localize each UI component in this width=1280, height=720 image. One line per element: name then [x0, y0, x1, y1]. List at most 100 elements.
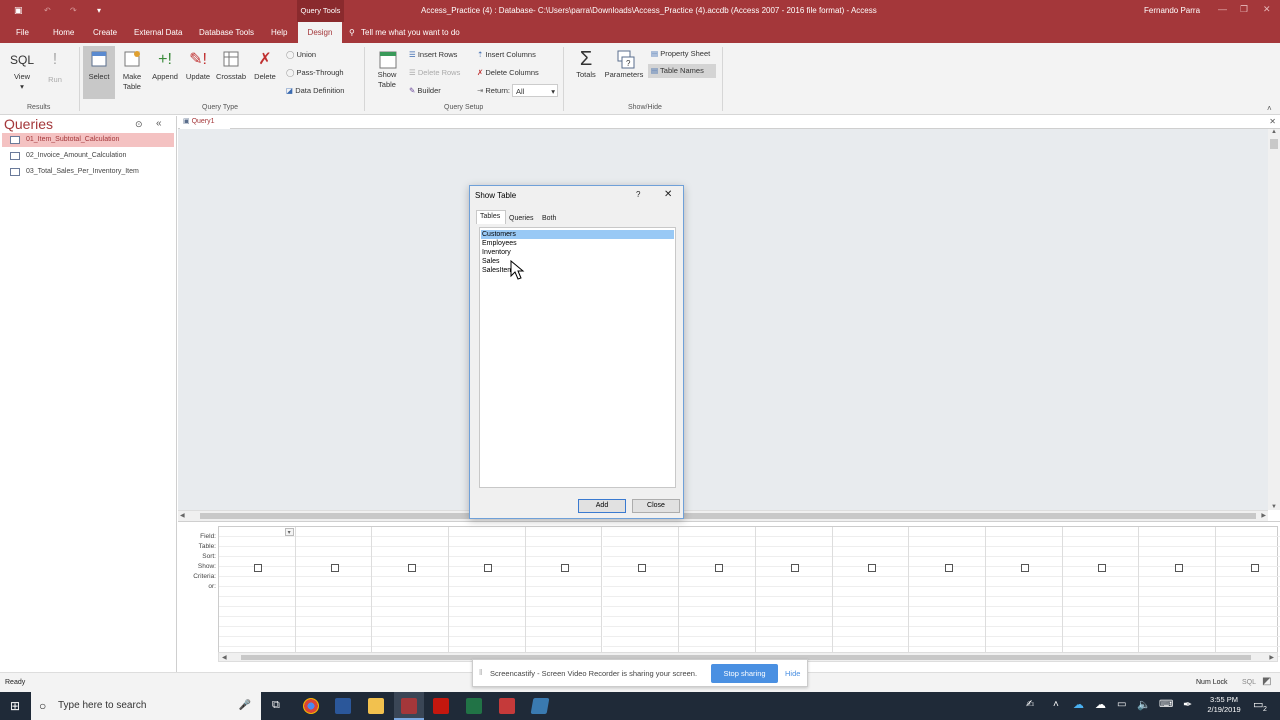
data-definition-button[interactable]: ◪ Data Definition [286, 86, 344, 95]
grid-cell[interactable] [295, 577, 372, 587]
crosstab-button[interactable]: Crosstab [214, 50, 248, 82]
show-hidden-icons-chevron[interactable]: ˄ [1053, 699, 1059, 710]
grid-cell[interactable] [832, 597, 909, 607]
grid-cell[interactable] [1139, 607, 1216, 617]
list-item[interactable]: Inventory [481, 248, 674, 257]
show-table-button[interactable]: Show Table [372, 48, 402, 90]
grid-cell[interactable] [1139, 597, 1216, 607]
grid-cell[interactable] [602, 587, 679, 597]
grid-cell[interactable] [372, 577, 449, 587]
onedrive-icon[interactable]: ☁ [1073, 698, 1084, 711]
list-item[interactable]: Employees [481, 239, 674, 248]
tab-external-data[interactable]: External Data [134, 28, 182, 37]
grid-cell[interactable] [986, 527, 1062, 537]
cloud-icon[interactable]: ☁ [1095, 698, 1106, 711]
grid-cell[interactable] [525, 527, 602, 537]
show-checkbox[interactable] [637, 564, 646, 572]
insert-columns-button[interactable]: ⇡ Insert Columns [477, 50, 536, 59]
action-center-icon[interactable]: ▭ [1253, 698, 1263, 711]
acrobat-icon[interactable] [433, 698, 449, 714]
grid-cell[interactable] [1062, 597, 1139, 607]
grid-cell[interactable] [1139, 587, 1216, 597]
totals-button[interactable]: Σ Totals [571, 48, 601, 80]
grid-cell[interactable] [602, 527, 679, 537]
scroll-down-icon[interactable]: ▼ [1271, 504, 1277, 510]
grid-cell[interactable] [219, 587, 295, 597]
tab-create[interactable]: Create [93, 28, 117, 37]
grid-column[interactable] [295, 527, 373, 657]
drag-handle-icon[interactable]: ‖ [479, 668, 482, 677]
grid-cell[interactable] [679, 607, 755, 617]
customize-qat-icon[interactable]: ▾ [97, 6, 101, 15]
show-checkbox[interactable] [867, 564, 876, 572]
grid-cell[interactable] [832, 617, 909, 627]
grid-cell[interactable] [986, 637, 1062, 647]
vertical-scrollbar[interactable]: ▲ ▼ [1268, 129, 1280, 510]
make-table-button[interactable]: Make Table [118, 50, 146, 92]
close-document-icon[interactable]: ✕ [1269, 117, 1276, 126]
grid-cell[interactable] [1216, 617, 1280, 627]
grid-column[interactable] [986, 527, 1063, 657]
nav-query-item[interactable]: 02_Invoice_Amount_Calculation [2, 149, 174, 163]
grid-cell[interactable] [525, 637, 602, 647]
append-button[interactable]: +! Append [149, 50, 181, 82]
grid-cell[interactable] [219, 547, 295, 557]
grid-cell[interactable] [372, 617, 449, 627]
grid-column[interactable] [755, 527, 833, 657]
query-design-area[interactable] [178, 129, 1268, 510]
app-blue-icon[interactable] [530, 698, 550, 714]
scroll-up-icon[interactable]: ▲ [1271, 129, 1277, 135]
grid-cell[interactable] [755, 577, 832, 587]
grid-cell[interactable] [1062, 637, 1139, 647]
show-checkbox[interactable] [1021, 564, 1030, 572]
grid-column[interactable] [1139, 527, 1217, 657]
insert-rows-button[interactable]: ☰ Insert Rows [409, 50, 457, 59]
grid-cell[interactable] [372, 527, 449, 537]
grid-cell[interactable] [1139, 527, 1216, 537]
scroll-left-icon[interactable]: ◀ [222, 654, 227, 661]
grid-cell[interactable] [909, 617, 985, 627]
grid-cell[interactable] [1062, 607, 1139, 617]
grid-column[interactable] [909, 527, 986, 657]
grid-cell[interactable] [219, 577, 295, 587]
grid-cell[interactable] [1062, 627, 1139, 637]
tab-design[interactable]: Design [298, 22, 342, 43]
grid-cell[interactable] [372, 587, 449, 597]
dialog-tab-both[interactable]: Both [542, 215, 556, 222]
grid-cell[interactable] [602, 627, 679, 637]
grid-cell[interactable] [449, 607, 525, 617]
chrome-icon[interactable] [303, 698, 319, 714]
task-view-icon[interactable]: ⧉ [272, 699, 280, 712]
taskbar-search-box[interactable]: ○ Type here to search 🎤 [31, 692, 261, 720]
grid-cell[interactable] [679, 547, 755, 557]
builder-button[interactable]: ✎ Builder [409, 86, 441, 95]
grid-cell[interactable] [1062, 577, 1139, 587]
grid-cell[interactable] [602, 617, 679, 627]
close-button[interactable]: Close [632, 499, 680, 513]
view-button[interactable]: SQL View ▾ [8, 52, 36, 92]
grid-cell[interactable] [832, 607, 909, 617]
grid-cell[interactable] [219, 597, 295, 607]
grid-column[interactable]: ▾ [219, 527, 296, 657]
grid-cell[interactable] [295, 627, 372, 637]
grid-cell[interactable] [755, 607, 832, 617]
tab-database-tools[interactable]: Database Tools [199, 28, 254, 37]
run-button[interactable]: ! Run [44, 50, 66, 85]
ink-workspace-icon[interactable]: ✍ [1026, 699, 1034, 710]
nav-collapse-icon[interactable]: « [156, 118, 162, 129]
dialog-close-icon[interactable]: ✕ [664, 189, 672, 200]
grid-cell[interactable] [295, 617, 372, 627]
dialog-tab-queries[interactable]: Queries [509, 215, 534, 222]
grid-cell[interactable] [1216, 527, 1280, 537]
grid-cell[interactable] [219, 537, 295, 547]
grid-cell[interactable] [295, 527, 372, 537]
volume-icon[interactable]: 🔈 [1137, 698, 1151, 711]
grid-cell[interactable] [602, 537, 679, 547]
show-checkbox[interactable] [714, 564, 723, 572]
grid-cell[interactable] [909, 627, 985, 637]
file-explorer-icon[interactable] [368, 698, 384, 714]
grid-cell[interactable] [525, 577, 602, 587]
grid-cell[interactable] [449, 587, 525, 597]
grid-cell[interactable] [295, 637, 372, 647]
show-checkbox[interactable] [331, 564, 340, 572]
